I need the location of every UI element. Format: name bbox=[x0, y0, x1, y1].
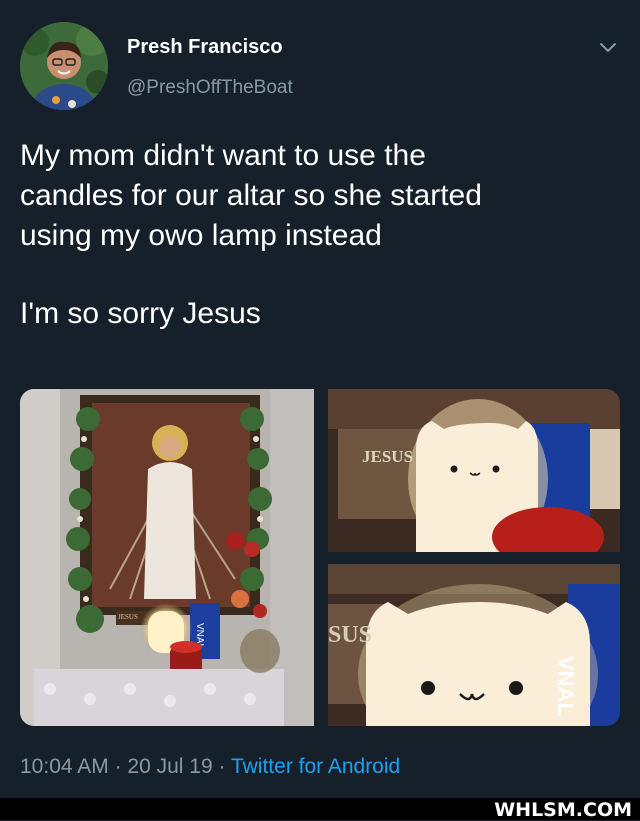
user-handle[interactable]: @PreshOffTheBoat bbox=[127, 77, 293, 99]
tweet-time[interactable]: 10:04 AM bbox=[20, 755, 109, 778]
tweet-meta: 10:04 AM · 20 Jul 19 · Twitter for Andro… bbox=[20, 755, 400, 779]
avatar[interactable] bbox=[20, 22, 108, 110]
watermark-bar: WHLSM.COM bbox=[0, 798, 640, 821]
tweet-source-link[interactable]: Twitter for Android bbox=[231, 755, 400, 778]
altar-jesus-label: JESUS bbox=[118, 613, 138, 621]
display-name[interactable]: Presh Francisco bbox=[127, 36, 283, 59]
tweet-text-line: using my owo lamp instead bbox=[20, 219, 382, 252]
chevron-down-icon[interactable] bbox=[596, 38, 620, 58]
media-lamp-closeup-2[interactable]: SUS VNAL bbox=[328, 564, 620, 726]
tweet-text: My mom didn't want to use the candles fo… bbox=[20, 136, 620, 334]
closeup-jesus-label: JESUS bbox=[362, 447, 414, 466]
watermark-text: WHLSM.COM bbox=[494, 799, 632, 821]
avatar-image bbox=[20, 22, 108, 110]
separator: · bbox=[114, 755, 122, 778]
closeup-sus-label: SUS bbox=[328, 622, 373, 648]
tweet-text-line: My mom didn't want to use the bbox=[20, 139, 426, 172]
separator: · bbox=[218, 755, 226, 778]
tweet-text-line: candles for our altar so she started bbox=[20, 179, 482, 212]
media-lamp-closeup-1[interactable]: JESUS bbox=[328, 389, 620, 552]
media-altar-photo[interactable]: VNAL JESUS bbox=[20, 389, 314, 726]
tweet-date[interactable]: 20 Jul 19 bbox=[127, 755, 212, 778]
closeup-box-label: VNAL bbox=[553, 656, 578, 716]
tweet-text-line: I'm so sorry Jesus bbox=[20, 297, 261, 330]
